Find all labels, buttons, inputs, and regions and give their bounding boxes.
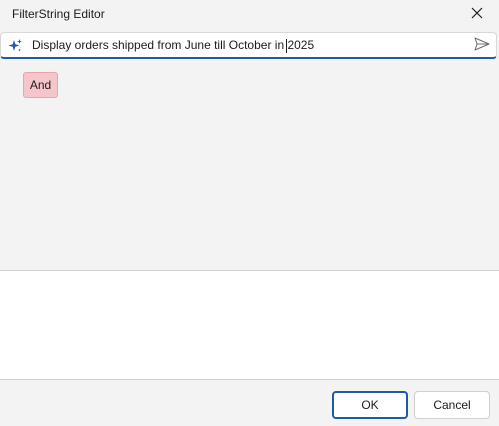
send-button[interactable] — [473, 37, 491, 55]
cancel-button[interactable]: Cancel — [414, 391, 490, 419]
ai-filter-prompt-bar[interactable] — [0, 32, 497, 59]
filter-prompt-input[interactable] — [32, 36, 462, 54]
sparkle-icon — [7, 38, 23, 54]
close-button[interactable] — [455, 0, 499, 30]
text-caret — [286, 39, 287, 53]
close-icon — [471, 6, 483, 24]
dialog-footer: OK Cancel — [0, 380, 499, 426]
group-operator-chip[interactable]: And — [23, 72, 58, 98]
ok-button[interactable]: OK — [332, 391, 408, 419]
window-title: FilterString Editor — [12, 7, 105, 21]
filter-text-panel[interactable] — [0, 270, 499, 380]
title-bar: FilterString Editor — [0, 0, 499, 30]
filter-tree-area: And — [0, 62, 499, 270]
send-icon — [474, 37, 490, 56]
